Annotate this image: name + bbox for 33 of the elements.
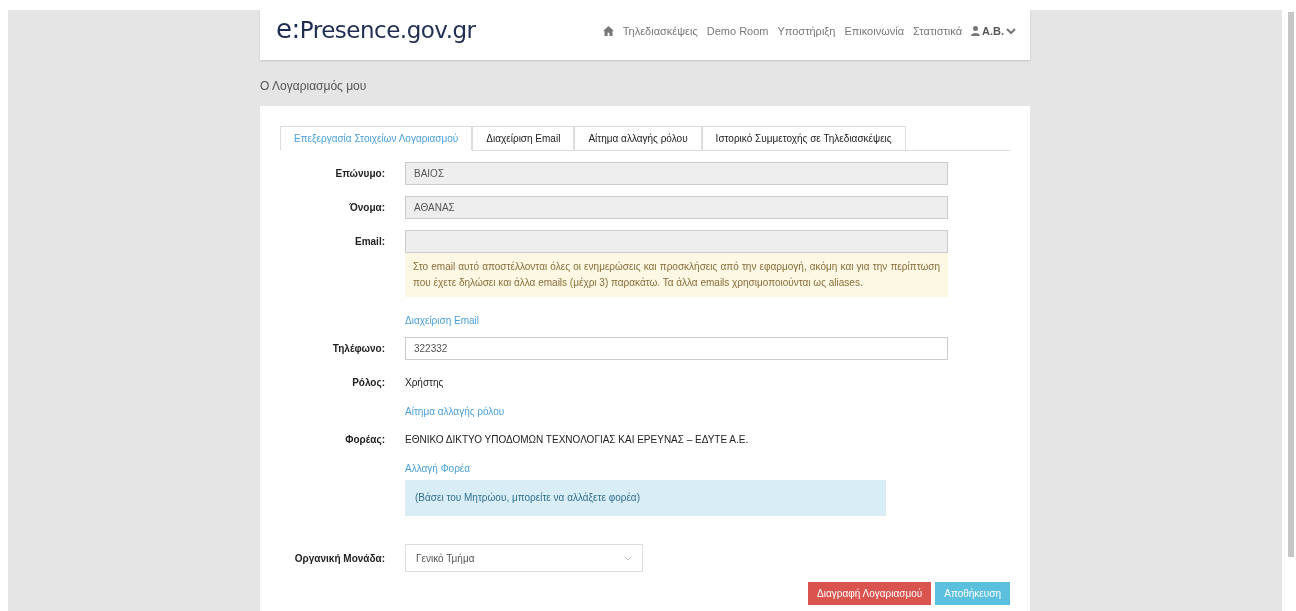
field-label: Επώνυμο:	[334, 168, 385, 179]
field-value: ΕΘΝΙΚΟ ΔΙΚΤΥΟ ΥΠΟΔΟΜΩΝ ΤΕΧΝΟΛΟΓΙΑΣ ΚΑΙ ΕΡΕΥΝΑΣ – ΕΔΥΤΕ Α.Ε.	[405, 434, 749, 445]
page-title: Ο Λογαριασμός μου	[260, 79, 368, 93]
tab[interactable]: Αίτημα αλλαγής ρόλου	[574, 126, 702, 150]
field-label: Φορέας:	[344, 434, 385, 445]
field-label: Email:	[354, 236, 385, 247]
nav-link[interactable]: Επικοινωνία	[844, 25, 905, 37]
select-field[interactable]: Γενικό Τμήμα	[405, 544, 643, 572]
field-label: Οργανική Μονάδα:	[293, 552, 385, 564]
chevron-icon	[624, 555, 632, 561]
info-note: (Βάσει του Μητρώου, μπορείτε να αλλάξετε φορέα)	[405, 480, 886, 516]
nav-link[interactable]: Στατιστικά	[913, 25, 962, 37]
chevron-icon	[1006, 27, 1016, 35]
tab[interactable]: Ιστορικό Συμμετοχής σε Τηλεδιασκέψεις	[701, 126, 906, 150]
logo[interactable]: e:Presence.gov.gr	[276, 14, 603, 44]
field-label: Τηλέφωνο:	[331, 343, 385, 354]
input-field[interactable]: 322332	[405, 337, 948, 360]
link[interactable]: Αίτημα αλλαγής ρόλου	[405, 406, 505, 417]
warning-note: Στο email αυτό αποστέλλονται όλες οι ενημερώσεις και προσκλήσεις από την εφαρμογή, ακόμη και για την περίπτωση που έχετε δηλώσει και άλλα emails (μέχρι 3) παρακάτω. Τα άλλα emails χρησιμοποιούνται ως aliases.	[405, 253, 948, 297]
tab[interactable]: Διαχείριση Email	[472, 126, 575, 150]
field-label: Ρόλος:	[351, 377, 385, 388]
field-value: Χρήστης	[405, 377, 444, 388]
delete-button[interactable]: Διαγραφή Λογαριασμού	[808, 582, 932, 605]
user-icon	[971, 26, 980, 36]
tab[interactable]: Επεξεργασία Στοιχείων Λογαριασμού	[280, 126, 473, 151]
home-icon[interactable]	[602, 26, 614, 36]
nav-link[interactable]: Demo Room	[706, 25, 769, 37]
user-menu[interactable]: A.B.	[971, 25, 1016, 37]
link[interactable]: Διαχείριση Email	[405, 315, 480, 326]
field-label: Όνομα:	[348, 202, 385, 213]
nav-link[interactable]: Υποστήριξη	[777, 25, 836, 37]
nav-link[interactable]: Τηλεδιασκέψεις	[622, 25, 698, 37]
link[interactable]: Αλλαγή Φορέα	[405, 463, 471, 474]
